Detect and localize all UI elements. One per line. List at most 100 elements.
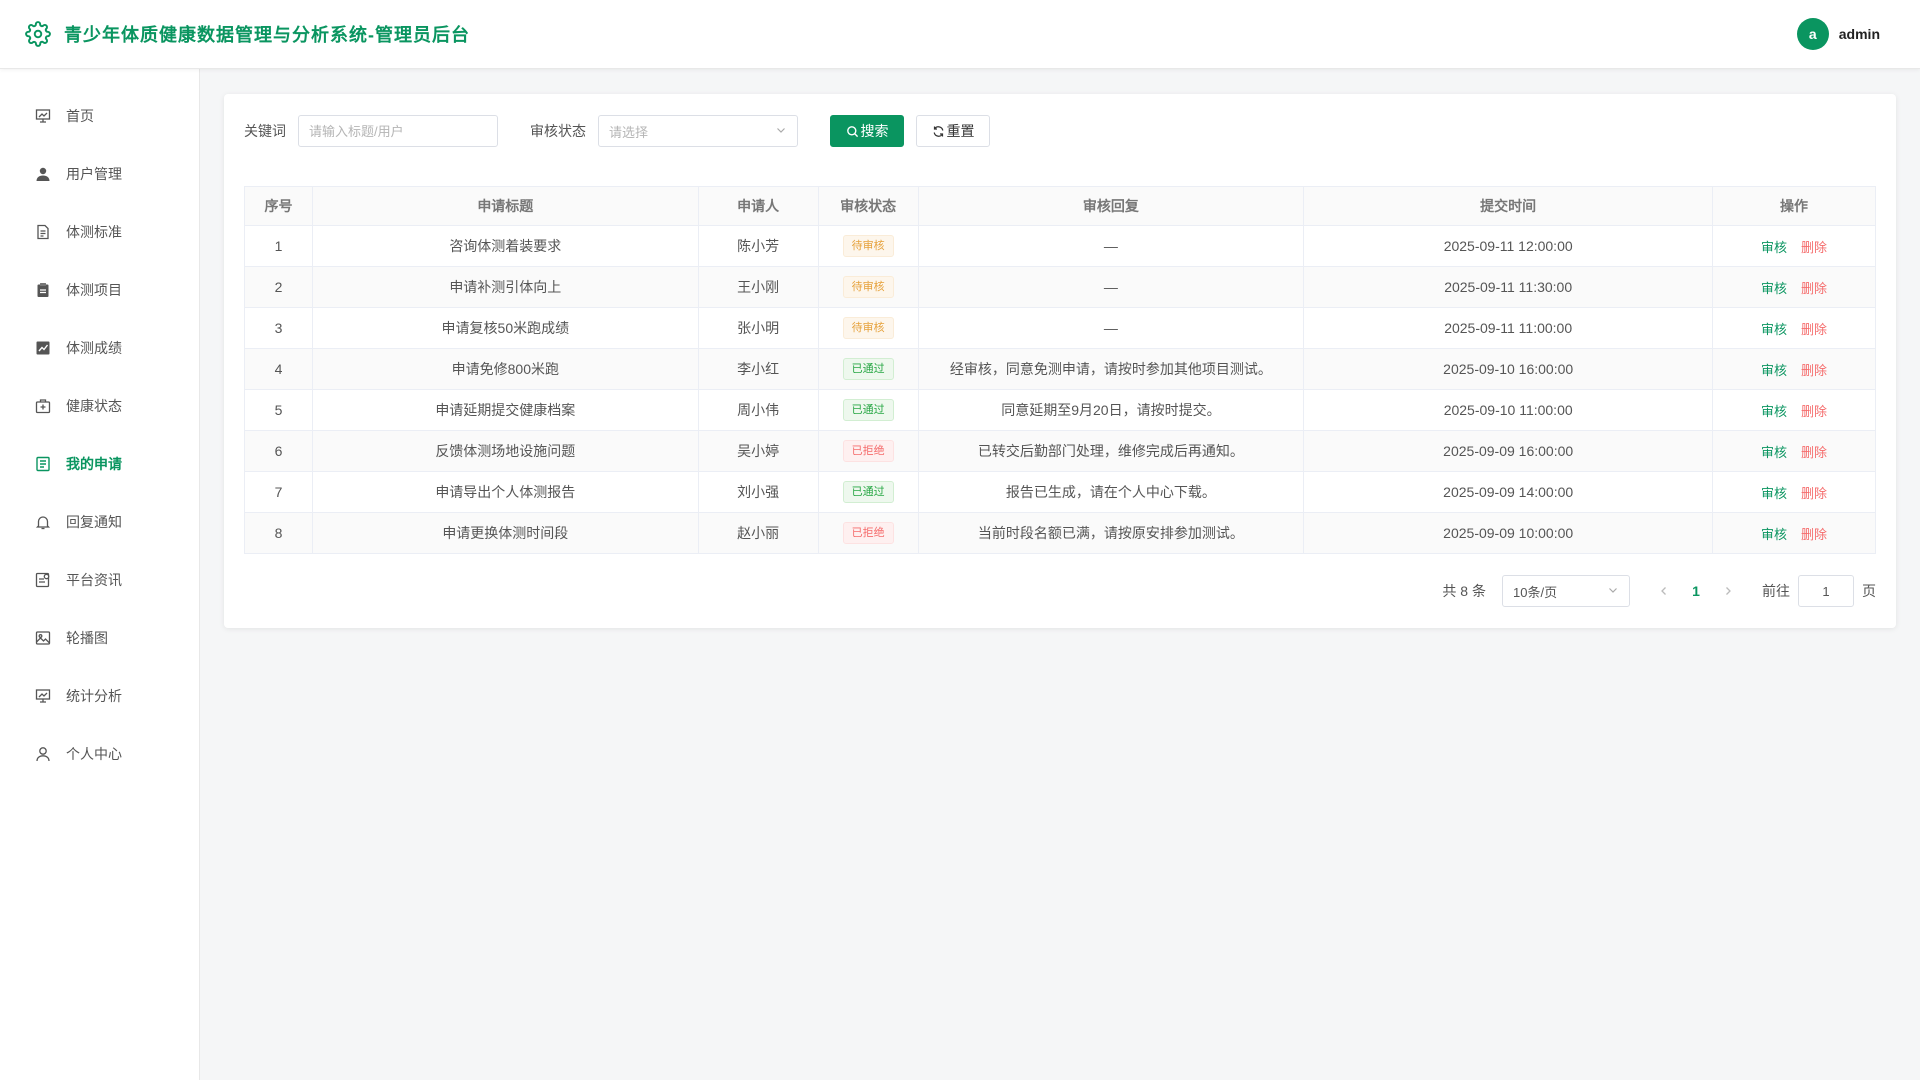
avatar[interactable]: a	[1796, 18, 1829, 50]
search-button[interactable]: 搜索	[830, 115, 904, 147]
sidebar-item-home[interactable]: 首页	[0, 87, 199, 145]
cell-status: 已通过	[817, 348, 919, 390]
cell-status: 已拒绝	[817, 430, 919, 472]
sidebar-item-label: 统计分析	[66, 688, 122, 704]
user-icon	[34, 165, 52, 183]
page-size-select[interactable]: 10条/页	[1502, 575, 1630, 607]
sidebar-item-notifications[interactable]: 回复通知	[0, 493, 199, 551]
sidebar-item-standards[interactable]: 体测标准	[0, 203, 199, 261]
column-header: 操作	[1712, 186, 1876, 226]
audit-link[interactable]: 审核	[1761, 281, 1787, 296]
cell-time: 2025-09-10 11:00:00	[1303, 389, 1714, 431]
sidebar-item-news[interactable]: 平台资讯	[0, 551, 199, 609]
column-header: 申请标题	[311, 186, 699, 226]
top-header: 青少年体质健康数据管理与分析系统-管理员后台 a admin	[0, 0, 1920, 69]
cell-status: 已拒绝	[817, 512, 919, 554]
sidebar-item-health[interactable]: 健康状态	[0, 377, 199, 435]
image-icon	[34, 629, 52, 647]
chart-icon	[34, 339, 52, 357]
cell-no: 6	[244, 430, 313, 472]
cell-applicant: 张小明	[697, 307, 819, 349]
sidebar-item-carousel[interactable]: 轮播图	[0, 609, 199, 667]
delete-link[interactable]: 删除	[1801, 486, 1827, 501]
chevron-right-icon	[1726, 587, 1731, 595]
sidebar-item-profile[interactable]: 个人中心	[0, 725, 199, 783]
keyword-input[interactable]	[298, 115, 498, 147]
sidebar-item-label: 用户管理	[66, 166, 122, 182]
column-header: 申请人	[697, 186, 819, 226]
dashboard-icon	[34, 107, 52, 125]
goto-page-input[interactable]: 1	[1798, 575, 1854, 607]
cell-applicant: 吴小婷	[697, 430, 819, 472]
status-badge: 已拒绝	[842, 522, 894, 544]
content-card: 关键词 审核状态 请选择 搜索 重置 序号	[224, 94, 1896, 628]
cell-actions: 审核 删除	[1712, 225, 1876, 267]
sidebar-item-label: 轮播图	[66, 630, 108, 646]
cell-applicant: 李小红	[697, 348, 819, 390]
cell-reply: 同意延期至9月20日，请按时提交。	[917, 389, 1305, 431]
cell-title: 申请延期提交健康档案	[311, 389, 699, 431]
sidebar-item-scores[interactable]: 体测成绩	[0, 319, 199, 377]
table-row: 7 申请导出个人体测报告 刘小强 已通过 报告已生成，请在个人中心下载。 202…	[244, 471, 1876, 513]
audit-link[interactable]: 审核	[1761, 486, 1787, 501]
page-number-current[interactable]: 1	[1678, 583, 1714, 599]
delete-link[interactable]: 删除	[1801, 527, 1827, 542]
pagination: 共 8 条 10条/页 1 前往 1 页	[244, 575, 1876, 607]
audit-link[interactable]: 审核	[1761, 240, 1787, 255]
delete-link[interactable]: 删除	[1801, 281, 1827, 296]
audit-link[interactable]: 审核	[1761, 527, 1787, 542]
audit-link[interactable]: 审核	[1761, 404, 1787, 419]
cell-status: 已通过	[817, 389, 919, 431]
cell-actions: 审核 删除	[1712, 266, 1876, 308]
cell-no: 4	[244, 348, 313, 390]
chevron-down-icon	[775, 124, 787, 139]
table-row: 5 申请延期提交健康档案 周小伟 已通过 同意延期至9月20日，请按时提交。 2…	[244, 389, 1876, 431]
cell-status: 待审核	[817, 307, 919, 349]
sidebar-item-my-applications[interactable]: 我的申请	[0, 435, 199, 493]
table-row: 3 申请复核50米跑成绩 张小明 待审核 — 2025-09-11 11:00:…	[244, 307, 1876, 349]
cell-status: 已通过	[817, 471, 919, 513]
page-size-value: 10条/页	[1513, 584, 1558, 600]
status-select-placeholder: 请选择	[609, 124, 649, 140]
person-icon	[34, 745, 52, 763]
cell-title: 申请更换体测时间段	[311, 512, 699, 554]
status-label: 审核状态	[530, 123, 586, 139]
audit-link[interactable]: 审核	[1761, 445, 1787, 460]
username[interactable]: admin	[1839, 26, 1880, 42]
status-select[interactable]: 请选择	[598, 115, 798, 147]
sidebar-item-label: 体测标准	[66, 224, 122, 240]
cell-title: 申请补测引体向上	[311, 266, 699, 308]
table-row: 8 申请更换体测时间段 赵小丽 已拒绝 当前时段名额已满，请按原安排参加测试。 …	[244, 512, 1876, 554]
presentation-icon	[34, 687, 52, 705]
delete-link[interactable]: 删除	[1801, 322, 1827, 337]
chevron-left-icon	[1661, 587, 1666, 595]
sidebar-item-items[interactable]: 体测项目	[0, 261, 199, 319]
delete-link[interactable]: 删除	[1801, 404, 1827, 419]
keyword-label: 关键词	[244, 123, 286, 139]
cell-reply: 经审核，同意免测申请，请按时参加其他项目测试。	[917, 348, 1305, 390]
delete-link[interactable]: 删除	[1801, 240, 1827, 255]
user-menu[interactable]: a admin	[1796, 18, 1880, 50]
sidebar-item-statistics[interactable]: 统计分析	[0, 667, 199, 725]
cell-actions: 审核 删除	[1712, 471, 1876, 513]
cell-actions: 审核 删除	[1712, 307, 1876, 349]
sidebar-item-label: 首页	[66, 108, 94, 124]
status-badge: 待审核	[842, 317, 894, 339]
audit-link[interactable]: 审核	[1761, 363, 1787, 378]
cell-time: 2025-09-10 16:00:00	[1303, 348, 1714, 390]
next-page-button[interactable]	[1714, 586, 1742, 596]
status-badge: 已通过	[842, 481, 894, 503]
cell-actions: 审核 删除	[1712, 430, 1876, 472]
sidebar: 首页 用户管理 体测标准 体测项目 体测成绩 健康状态 我的申请 回复通知 平台…	[0, 69, 200, 1080]
delete-link[interactable]: 删除	[1801, 363, 1827, 378]
reset-button[interactable]: 重置	[916, 115, 990, 147]
bell-icon	[34, 513, 52, 531]
delete-link[interactable]: 删除	[1801, 445, 1827, 460]
prev-page-button[interactable]	[1650, 586, 1678, 596]
sidebar-item-users[interactable]: 用户管理	[0, 145, 199, 203]
cell-time: 2025-09-11 11:00:00	[1303, 307, 1714, 349]
cell-time: 2025-09-11 12:00:00	[1303, 225, 1714, 267]
cell-no: 8	[244, 512, 313, 554]
chevron-down-icon	[1607, 584, 1619, 599]
audit-link[interactable]: 审核	[1761, 322, 1787, 337]
